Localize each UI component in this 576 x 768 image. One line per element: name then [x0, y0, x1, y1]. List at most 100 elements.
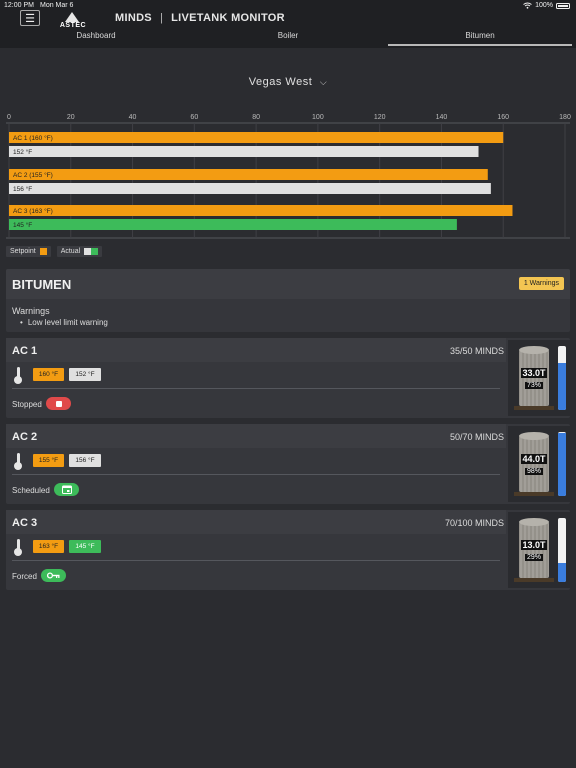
- status-button[interactable]: [46, 397, 71, 410]
- setpoint-temp: 160 °F: [33, 368, 64, 381]
- thermometer-icon: [14, 539, 22, 556]
- bitumen-panel: BITUMEN 1 Warnings Warnings Low level li…: [6, 269, 570, 332]
- tank-graphic: 13.0T 29%: [514, 518, 554, 582]
- bitumen-panel-header: BITUMEN 1 Warnings: [6, 269, 570, 299]
- setpoint-bar-label: AC 2 (155 °F): [13, 171, 53, 179]
- tank-percent: 98%: [524, 468, 543, 475]
- chart-tick-label: 20: [67, 114, 75, 121]
- actual-temp: 145 °F: [69, 540, 101, 553]
- actual-bar-label: 152 °F: [13, 148, 32, 156]
- legend-actual-swatch: [84, 248, 99, 255]
- thermometer-icon: [14, 453, 22, 470]
- tank-card-ac2[interactable]: AC 2 50/70 MINDS 155 °F 156 °F Scheduled…: [6, 424, 570, 504]
- chart-tick-label: 120: [374, 114, 386, 121]
- actual-temp: 152 °F: [69, 368, 101, 381]
- tank-card-header: AC 1 35/50 MINDS: [6, 338, 506, 362]
- tank-status-label: Stopped: [12, 400, 42, 409]
- status-button[interactable]: [54, 483, 79, 496]
- setpoint-bar-label: AC 1 (160 °F): [13, 134, 53, 142]
- setpoint-bar: [9, 205, 513, 216]
- temperature-bar-chart: 0 20 40 60 80 100 120 140 160 180 AC 1 (160 °F) 152…: [6, 114, 571, 239]
- level-gauge-fill: [558, 563, 566, 582]
- tab-boiler[interactable]: Boiler: [192, 28, 384, 48]
- tank-visual: 33.0T 73%: [508, 340, 570, 416]
- chart-tick-label: 160: [497, 114, 509, 121]
- tank-name: AC 3: [12, 517, 38, 529]
- level-gauge: [558, 346, 566, 410]
- chart-tick-label: 40: [129, 114, 137, 121]
- tank-graphic: 44.0T 98%: [514, 432, 554, 496]
- card-divider: [12, 560, 500, 561]
- tank-name: AC 1: [12, 345, 38, 357]
- setpoint-bar: [9, 132, 504, 143]
- card-divider: [12, 474, 500, 475]
- setpoint-temp: 163 °F: [33, 540, 64, 553]
- actual-temp: 156 °F: [69, 454, 101, 467]
- battery-percent: 100%: [535, 2, 553, 9]
- menu-button[interactable]: ☰: [20, 10, 40, 26]
- status-button[interactable]: [41, 569, 66, 582]
- legend-setpoint[interactable]: Setpoint: [6, 246, 51, 257]
- chart-tick-label: 140: [436, 114, 448, 121]
- card-divider: [12, 388, 500, 389]
- status-time: 12:00 PM: [4, 2, 34, 9]
- tab-bitumen[interactable]: Bitumen: [384, 28, 576, 48]
- tank-minds: 70/100 MINDS: [444, 518, 504, 528]
- legend-actual[interactable]: Actual: [56, 246, 103, 257]
- setpoint-bar: [9, 169, 488, 180]
- chart-tick-label: 0: [7, 114, 11, 121]
- tank-card-header: AC 2 50/70 MINDS: [6, 424, 506, 448]
- location-selector[interactable]: Vegas West ⌵: [0, 76, 576, 88]
- actual-bar: [9, 219, 457, 230]
- setpoint-bar-label: AC 3 (163 °F): [13, 207, 53, 215]
- tank-card-ac3[interactable]: AC 3 70/100 MINDS 163 °F 145 °F Forced 1…: [6, 510, 570, 590]
- bitumen-title: BITUMEN: [12, 277, 72, 292]
- tank-tons: 44.0T: [521, 454, 547, 464]
- tank-minds: 50/70 MINDS: [449, 432, 504, 442]
- warnings-badge[interactable]: 1 Warnings: [518, 277, 564, 290]
- chart-legend: Setpoint Actual: [6, 246, 103, 257]
- hamburger-icon: ☰: [25, 12, 35, 25]
- warnings-label: Warnings: [12, 306, 50, 316]
- chart-tick-label: 180: [559, 114, 571, 121]
- tank-minds: 35/50 MINDS: [449, 346, 504, 356]
- logo-mark-icon: [65, 12, 79, 22]
- app-title-right: LIVETANK MONITOR: [171, 12, 285, 24]
- legend-setpoint-swatch: [39, 248, 47, 255]
- tank-card-ac1[interactable]: AC 1 35/50 MINDS 160 °F 152 °F Stopped 3…: [6, 338, 570, 418]
- chart-tick-label: 80: [252, 114, 260, 121]
- chart-tick-label: 100: [312, 114, 324, 121]
- tab-dashboard[interactable]: Dashboard: [0, 28, 192, 48]
- status-right: 100%: [523, 2, 570, 9]
- actual-bar-label: 156 °F: [13, 185, 32, 193]
- key-icon: [47, 572, 60, 579]
- tank-percent: 29%: [524, 554, 543, 561]
- tank-tons: 13.0T: [521, 540, 547, 550]
- tank-tons: 33.0T: [521, 368, 547, 378]
- wifi-icon: [523, 2, 532, 9]
- level-gauge: [558, 432, 566, 496]
- legend-actual-label: Actual: [60, 248, 81, 255]
- tank-name: AC 2: [12, 431, 38, 443]
- calendar-icon: [61, 485, 72, 494]
- chevron-down-icon: ⌵: [319, 77, 328, 87]
- tank-visual: 44.0T 98%: [508, 426, 570, 502]
- tank-status-label: Scheduled: [12, 486, 50, 495]
- setpoint-temp: 155 °F: [33, 454, 64, 467]
- tab-bar: Dashboard Boiler Bitumen: [0, 28, 576, 48]
- level-gauge-fill: [558, 433, 566, 496]
- level-gauge-fill: [558, 363, 566, 410]
- actual-bar: [9, 183, 491, 194]
- tank-percent: 73%: [524, 382, 543, 389]
- app-title-left: MINDS: [115, 12, 152, 24]
- warning-item: Low level limit warning: [20, 318, 108, 327]
- status-bar: 12:00 PM Mon Mar 6 100%: [0, 0, 576, 12]
- app-title: MINDS | LIVETANK MONITOR: [115, 12, 285, 24]
- legend-setpoint-label: Setpoint: [10, 248, 36, 255]
- chart-tick-label: 60: [190, 114, 198, 121]
- thermometer-icon: [14, 367, 22, 384]
- actual-bar-label: 145 °F: [13, 221, 32, 229]
- actual-bar: [9, 146, 479, 157]
- stop-icon: [55, 400, 62, 407]
- app-title-separator: |: [159, 12, 164, 24]
